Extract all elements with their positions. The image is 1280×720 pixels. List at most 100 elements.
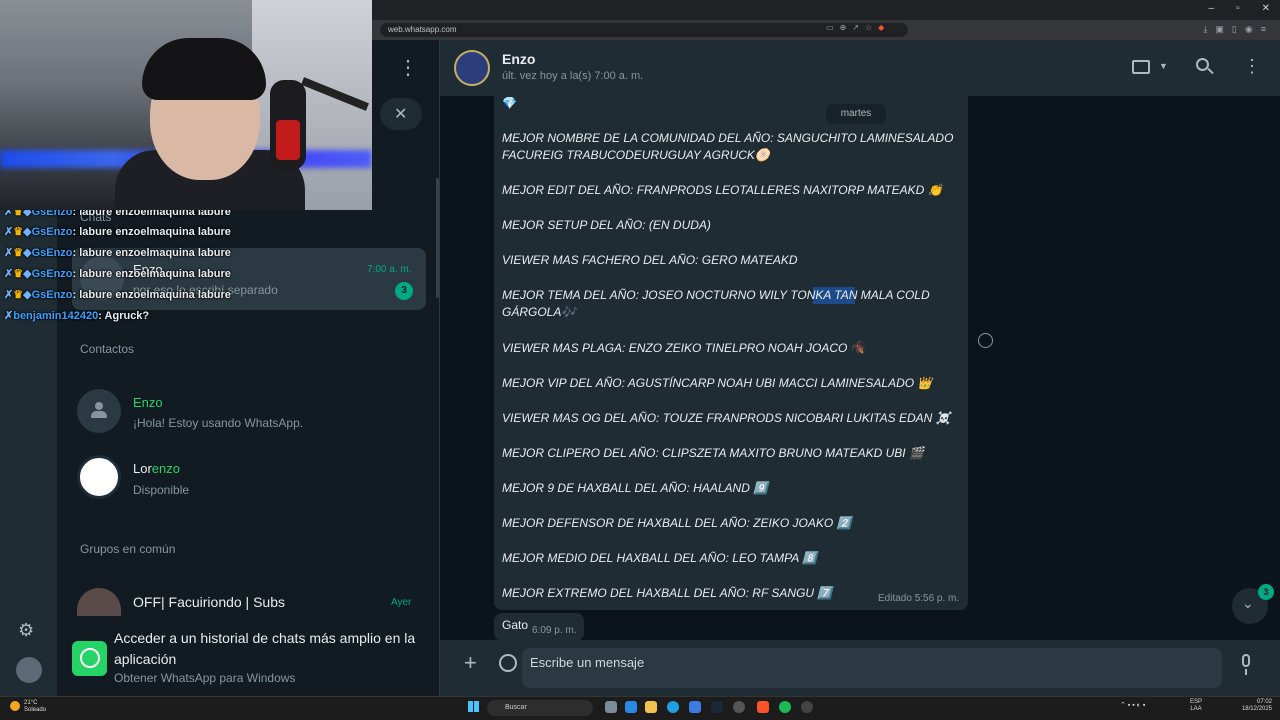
edge-icon[interactable] bbox=[667, 701, 679, 713]
stream-chat-line: ✗♛◆GsEnzo: labure enzoelmaquina labure bbox=[4, 226, 231, 238]
attach-plus-icon[interactable]: + bbox=[464, 650, 477, 676]
video-call-icon[interactable] bbox=[1132, 60, 1150, 74]
unread-badge: 3 bbox=[1258, 584, 1274, 600]
promo-subtitle[interactable]: Obtener WhatsApp para Windows bbox=[114, 671, 295, 685]
stream-chat-user: GsEnzo bbox=[31, 268, 73, 280]
weather-desc: Soleado bbox=[24, 707, 47, 713]
system-tray[interactable]: ⌃ ▪ ▪ ◐ ▪ bbox=[1120, 701, 1145, 709]
close-window-icon[interactable]: ✕ bbox=[1262, 3, 1270, 14]
close-icon[interactable]: ✕ bbox=[394, 104, 407, 124]
section-groups-label: Grupos en común bbox=[80, 542, 176, 556]
message-line: VIEWER MAS OG DEL AÑO: TOUZE FRANPRODS N… bbox=[502, 411, 951, 425]
crown-icon: ♛ bbox=[13, 226, 24, 238]
message-line: VIEWER MAS FACHERO DEL AÑO: GERO MATEAKD bbox=[502, 253, 798, 267]
message-input-placeholder: Escribe un mensaje bbox=[530, 655, 645, 670]
taskbar-search[interactable]: Buscar bbox=[487, 700, 593, 716]
task-view-icon[interactable] bbox=[605, 701, 617, 713]
share-icon[interactable]: ↗ bbox=[852, 23, 859, 32]
message-line: MEJOR EDIT DEL AÑO: FRANPRODS LEOTALLERE… bbox=[502, 183, 943, 197]
message-line: MEJOR TEMA DEL AÑO: JOSEO NOCTURNO WILY … bbox=[502, 288, 930, 302]
message-line: MEJOR SETUP DEL AÑO: (EN DUDA) bbox=[502, 218, 711, 232]
zoom-icon[interactable]: ⊕ bbox=[840, 23, 847, 32]
windows-taskbar bbox=[0, 696, 1280, 720]
group-time: Ayer bbox=[391, 597, 412, 608]
stream-chat-user: GsEnzo bbox=[31, 289, 73, 301]
group-name[interactable]: OFF| Facuiriondo | Subs bbox=[133, 594, 285, 610]
clock-time: 07:02 bbox=[1256, 699, 1272, 705]
stream-chat-text: Agruck? bbox=[104, 310, 150, 322]
message-line: MEJOR CLIPERO DEL AÑO: CLIPSZETA MAXITO … bbox=[502, 446, 924, 460]
crown-icon: ♛ bbox=[13, 268, 24, 280]
contact-name-prefix: Lor bbox=[133, 461, 152, 476]
chat-menu-icon[interactable]: ⋮ bbox=[1243, 57, 1261, 75]
stream-chat-line: ✗♛◆GsEnzo: labure enzoelmaquina labure bbox=[4, 289, 231, 301]
profile-avatar[interactable] bbox=[16, 657, 42, 683]
store-icon[interactable] bbox=[689, 701, 701, 713]
brave-icon[interactable] bbox=[757, 701, 769, 713]
weather-sun-icon[interactable] bbox=[10, 701, 20, 711]
message-edited-time: Editado 5:56 p. m. bbox=[878, 593, 960, 604]
language-indicator[interactable]: ESP LAA bbox=[1190, 699, 1202, 713]
weather-widget[interactable]: 21°C Soleado bbox=[24, 700, 46, 714]
settings-gear-icon[interactable]: ⚙ bbox=[18, 620, 34, 641]
contact-name[interactable]: Enzo bbox=[133, 395, 163, 410]
contact-name[interactable]: Lorenzo bbox=[133, 461, 180, 476]
bookmark-star-icon[interactable]: ☆ bbox=[865, 23, 872, 32]
promo-title[interactable]: Acceder a un historial de chats más ampl… bbox=[114, 628, 424, 670]
wallet-icon[interactable]: ▣ bbox=[1215, 24, 1224, 35]
crown-icon: ♛ bbox=[13, 247, 24, 259]
panel-menu-icon[interactable]: ⋮ bbox=[398, 58, 418, 78]
clock[interactable]: 07:02 18/12/2025 bbox=[1238, 699, 1272, 713]
stream-chat-text: labure enzoelmaquina labure bbox=[79, 268, 231, 280]
message-line: MEJOR NOMBRE DE LA COMUNIDAD DEL AÑO: SA… bbox=[502, 131, 954, 145]
sticker-icon[interactable] bbox=[499, 654, 517, 672]
minimize-icon[interactable]: – bbox=[1209, 3, 1215, 14]
download-icon[interactable]: ⤓ bbox=[1203, 24, 1207, 35]
moderator-sword-icon: ✗ bbox=[4, 247, 14, 259]
brave-shield-icon[interactable]: ◆ bbox=[878, 23, 884, 32]
widgets-icon[interactable] bbox=[625, 701, 637, 713]
diamond-icon: ◆ bbox=[23, 268, 32, 280]
stream-chat-user: benjamin142420 bbox=[13, 310, 99, 322]
message-line: MEJOR 9 DE HAXBALL DEL AÑO: HAALAND 9️⃣ bbox=[502, 481, 769, 495]
stream-chat-line: ✗♛◆GsEnzo: labure enzoelmaquina labure bbox=[4, 268, 231, 280]
message-line: GÁRGOLA🎶 bbox=[502, 305, 577, 319]
microphone-icon-stem bbox=[1245, 669, 1247, 675]
cast-icon[interactable]: ▭ bbox=[826, 23, 834, 32]
chat-header-name[interactable]: Enzo bbox=[502, 51, 535, 67]
media-player-icon[interactable] bbox=[801, 701, 813, 713]
chat-header-avatar[interactable] bbox=[454, 50, 490, 86]
crown-icon: ♛ bbox=[13, 289, 24, 301]
club-logo-avatar[interactable] bbox=[77, 455, 121, 499]
message-time: 6:09 p. m. bbox=[532, 625, 577, 636]
chevron-down-icon[interactable]: ▼ bbox=[1159, 61, 1168, 71]
address-bar-icons: ▭ ⊕ ↗ ☆ ◆ bbox=[826, 23, 884, 32]
spotify-icon[interactable] bbox=[779, 701, 791, 713]
message-line: 💎 bbox=[502, 96, 517, 110]
extension-icons: ⤓ ▣ ▯ ◉ ≡ bbox=[1203, 24, 1266, 35]
stream-chat-line: ✗♛◆GsEnzo: labure enzoelmaquina labure bbox=[4, 247, 231, 259]
steam-icon[interactable] bbox=[711, 701, 723, 713]
chat-header[interactable] bbox=[440, 40, 1280, 96]
menu-icon[interactable]: ≡ bbox=[1261, 24, 1266, 35]
unread-badge: 3 bbox=[395, 282, 413, 300]
stream-chat-text: labure enzoelmaquina labure bbox=[79, 247, 231, 259]
react-emoji-icon[interactable] bbox=[978, 333, 993, 348]
clock-date: 18/12/2025 bbox=[1241, 706, 1272, 712]
message-line: VIEWER MAS PLAGA: ENZO ZEIKO TINELPRO NO… bbox=[502, 341, 866, 355]
stream-chat-line: ✗benjamin142420: Agruck? bbox=[4, 310, 150, 322]
file-explorer-icon[interactable] bbox=[645, 701, 657, 713]
window-controls: – ▫ ✕ bbox=[1209, 3, 1271, 14]
maximize-icon[interactable]: ▫ bbox=[1236, 3, 1240, 14]
sidebar-icon[interactable]: ▯ bbox=[1232, 24, 1237, 35]
section-contacts-label: Contactos bbox=[80, 342, 135, 356]
chat-time: 7:00 a. m. bbox=[367, 264, 412, 275]
browser-toolbar: web.whatsapp.com ▭ ⊕ ↗ ☆ ◆ ⤓ ▣ ▯ ◉ ≡ bbox=[372, 20, 1280, 40]
start-windows-icon[interactable] bbox=[468, 701, 479, 712]
chevron-down-icon[interactable]: ⌄ bbox=[1242, 595, 1254, 612]
discord-icon[interactable] bbox=[733, 701, 745, 713]
panel-scrollbar[interactable] bbox=[436, 178, 439, 298]
profile-icon[interactable]: ◉ bbox=[1245, 24, 1253, 35]
message-line: MEJOR MEDIO DEL HAXBALL DEL AÑO: LEO TAM… bbox=[502, 551, 818, 565]
microphone-icon[interactable] bbox=[1242, 654, 1250, 667]
